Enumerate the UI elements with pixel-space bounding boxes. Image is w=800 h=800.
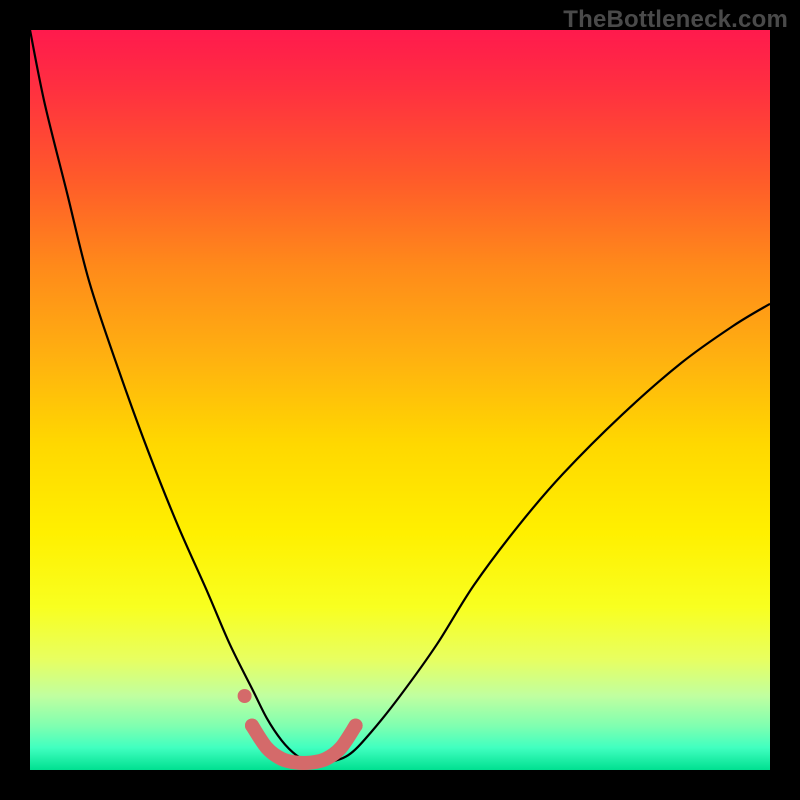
watermark-text: TheBottleneck.com: [563, 6, 788, 34]
plot-area: [30, 30, 770, 770]
bottom-markers: [238, 689, 363, 763]
bottleneck-curve: [30, 30, 770, 764]
chart-frame: TheBottleneck.com: [0, 0, 800, 800]
marker-dot: [349, 719, 363, 733]
marker-dot: [238, 689, 252, 703]
marker-dot: [245, 719, 259, 733]
bottleneck-chart-svg: [30, 30, 770, 770]
marker-path: [252, 726, 356, 763]
